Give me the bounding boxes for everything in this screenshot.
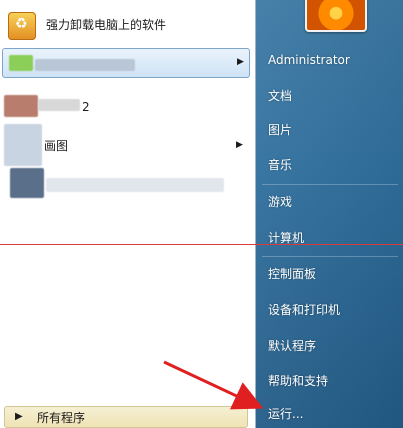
separator bbox=[262, 256, 398, 257]
chevron-right-icon: ▶ bbox=[236, 140, 243, 150]
blurred-label bbox=[46, 178, 224, 192]
pictures-link[interactable]: 图片 bbox=[268, 120, 292, 140]
control-panel-link[interactable]: 控制面板 bbox=[268, 264, 316, 284]
all-programs-label: 所有程序 bbox=[37, 411, 86, 425]
paint-label: 画图 bbox=[44, 139, 69, 153]
devices-printers-link[interactable]: 设备和打印机 bbox=[268, 300, 340, 320]
blurred-app-icon bbox=[4, 95, 38, 117]
recent-item-2-label: 2 bbox=[82, 100, 90, 114]
annotation-line bbox=[0, 244, 403, 245]
start-menu: 强力卸载电脑上的软件 ▶ 2 画图 ▶ ▶ 所有程序 Administrat bbox=[0, 0, 403, 428]
documents-link[interactable]: 文档 bbox=[268, 86, 292, 106]
music-link[interactable]: 音乐 bbox=[268, 155, 292, 175]
separator bbox=[262, 184, 398, 185]
blurred-label bbox=[38, 99, 80, 111]
triangle-right-icon: ▶ bbox=[15, 411, 23, 422]
user-name-link[interactable]: Administrator bbox=[268, 50, 350, 70]
blurred-app-icon bbox=[10, 168, 44, 198]
annotation-arrow-icon bbox=[163, 360, 264, 410]
uninstall-icon bbox=[8, 12, 36, 40]
default-programs-link[interactable]: 默认程序 bbox=[268, 336, 316, 356]
blurred-label bbox=[35, 59, 135, 71]
blurred-app-icon bbox=[4, 124, 42, 166]
user-avatar[interactable] bbox=[305, 0, 367, 32]
pinned-app-label: 强力卸载电脑上的软件 bbox=[46, 18, 167, 32]
games-link[interactable]: 游戏 bbox=[268, 192, 292, 212]
chevron-right-icon: ▶ bbox=[237, 57, 244, 67]
blurred-app-icon bbox=[9, 55, 33, 71]
computer-link[interactable]: 计算机 bbox=[268, 228, 304, 248]
selected-program-item[interactable]: ▶ bbox=[2, 48, 250, 78]
